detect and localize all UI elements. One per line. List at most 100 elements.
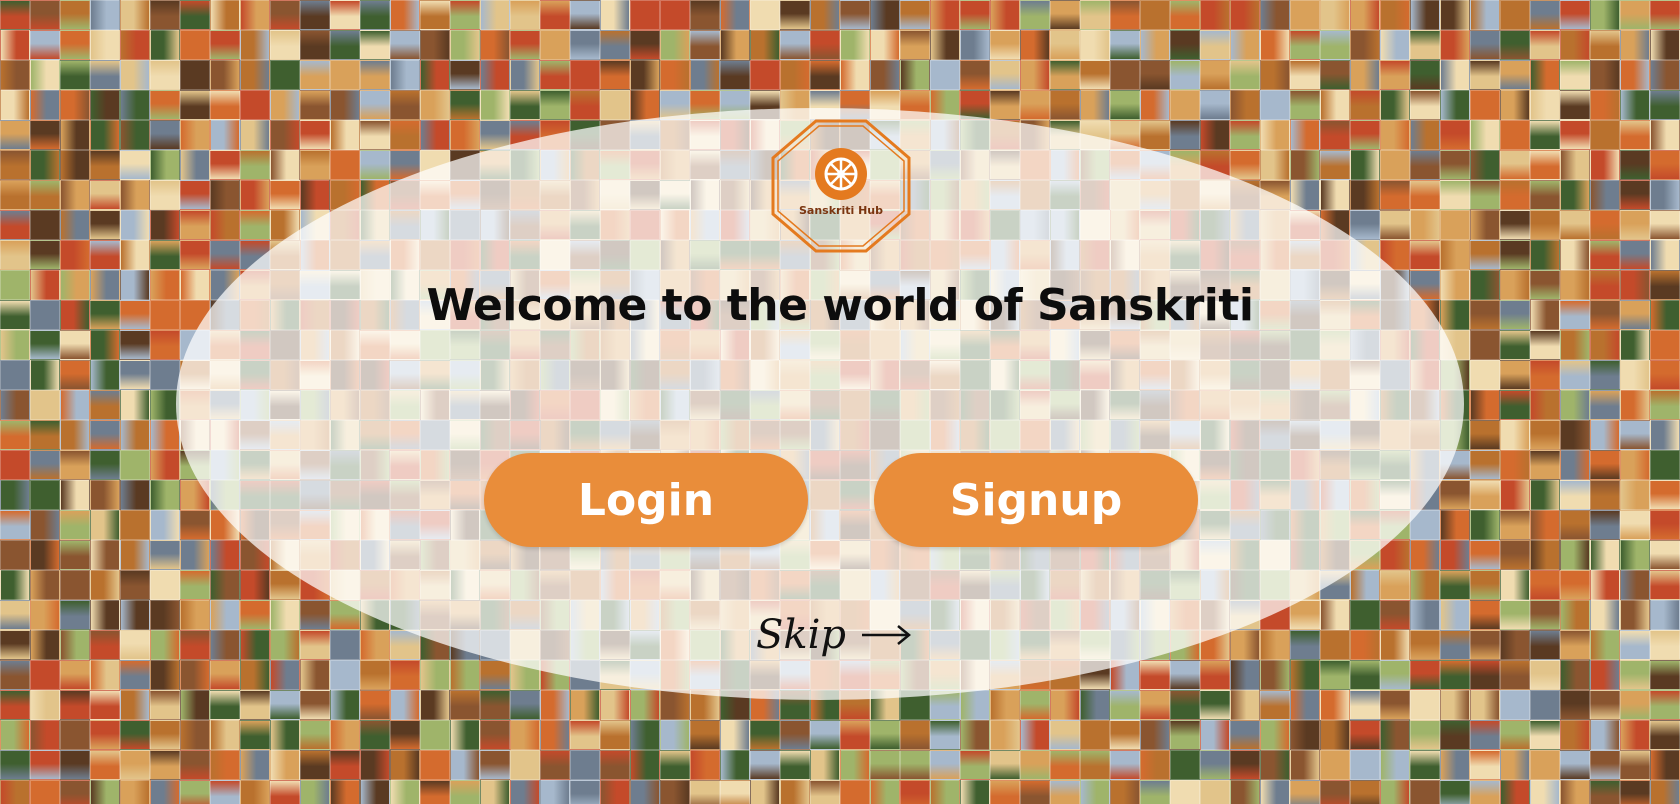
mosaic-tile [1500,390,1530,420]
mosaic-tile [1560,120,1590,150]
mosaic-tile [1590,630,1620,660]
mosaic-tile [1500,180,1530,210]
mosaic-tile [150,600,180,630]
mosaic-tile [510,30,540,60]
mosaic-tile [60,450,90,480]
mosaic-tile [1140,60,1170,90]
mosaic-tile [60,570,90,600]
mosaic-tile [1410,120,1440,150]
mosaic-tile [660,780,690,804]
mosaic-tile [0,30,30,60]
mosaic-tile [1500,600,1530,630]
mosaic-tile [1650,780,1680,804]
mosaic-tile [30,300,60,330]
mosaic-tile [120,660,150,690]
mosaic-tile [480,720,510,750]
mosaic-tile [1500,660,1530,690]
mosaic-tile [540,90,570,120]
mosaic-tile [870,30,900,60]
mosaic-tile [1350,90,1380,120]
mosaic-tile [240,120,270,150]
mosaic-tile [1560,0,1590,30]
mosaic-tile [420,0,450,30]
mosaic-tile [30,180,60,210]
signup-button[interactable]: Signup [874,453,1198,547]
mosaic-tile [1560,720,1590,750]
mosaic-tile [1110,720,1140,750]
mosaic-tile [150,450,180,480]
mosaic-tile [300,750,330,780]
mosaic-tile [1590,240,1620,270]
mosaic-tile [1410,720,1440,750]
mosaic-tile [510,750,540,780]
mosaic-tile [870,780,900,804]
mosaic-tile [1260,0,1290,30]
mosaic-tile [90,0,120,30]
mosaic-tile [1470,330,1500,360]
mosaic-tile [990,690,1020,720]
mosaic-tile [1650,210,1680,240]
mosaic-tile [210,630,240,660]
mosaic-tile [1230,150,1260,180]
mosaic-tile [240,60,270,90]
mosaic-tile [1560,420,1590,450]
mosaic-tile [1200,0,1230,30]
mosaic-tile [570,750,600,780]
mosaic-tile [30,540,60,570]
mosaic-tile [1470,270,1500,300]
mosaic-tile [1410,630,1440,660]
mosaic-tile [1260,750,1290,780]
mosaic-tile [1230,120,1260,150]
mosaic-tile [1500,450,1530,480]
mosaic-tile [390,660,420,690]
mosaic-tile [180,0,210,30]
mosaic-tile [1470,180,1500,210]
mosaic-tile [1650,600,1680,630]
mosaic-tile [780,750,810,780]
mosaic-tile [1200,660,1230,690]
mosaic-tile [660,690,690,720]
mosaic-tile [1350,30,1380,60]
mosaic-tile [0,750,30,780]
mosaic-tile [960,60,990,90]
mosaic-tile [1530,660,1560,690]
mosaic-tile [1650,510,1680,540]
mosaic-tile [420,780,450,804]
mosaic-tile [990,750,1020,780]
mosaic-tile [1500,510,1530,540]
mosaic-tile [1620,270,1650,300]
mosaic-tile [870,720,900,750]
mosaic-tile [60,90,90,120]
mosaic-tile [1170,30,1200,60]
mosaic-tile [180,540,210,570]
mosaic-tile [1500,570,1530,600]
login-button[interactable]: Login [484,453,808,547]
mosaic-tile [960,690,990,720]
mosaic-tile [300,150,330,180]
mosaic-tile [1620,720,1650,750]
mosaic-tile [870,750,900,780]
mosaic-tile [1590,390,1620,420]
mosaic-tile [1320,720,1350,750]
mosaic-tile [1440,480,1470,510]
mosaic-tile [180,150,210,180]
mosaic-tile [1530,360,1560,390]
mosaic-tile [150,480,180,510]
mosaic-tile [90,540,120,570]
mosaic-tile [1590,600,1620,630]
mosaic-tile [1590,480,1620,510]
mosaic-tile [1590,510,1620,540]
skip-link[interactable]: Skip [756,612,912,658]
mosaic-tile [1470,120,1500,150]
mosaic-tile [480,780,510,804]
mosaic-tile [1380,0,1410,30]
mosaic-tile [1500,330,1530,360]
mosaic-tile [120,0,150,30]
mosaic-tile [450,30,480,60]
mosaic-tile [1290,0,1320,30]
mosaic-tile [1170,90,1200,120]
mosaic-tile [1470,150,1500,180]
mosaic-tile [90,60,120,90]
mosaic-tile [120,780,150,804]
mosaic-tile [450,780,480,804]
